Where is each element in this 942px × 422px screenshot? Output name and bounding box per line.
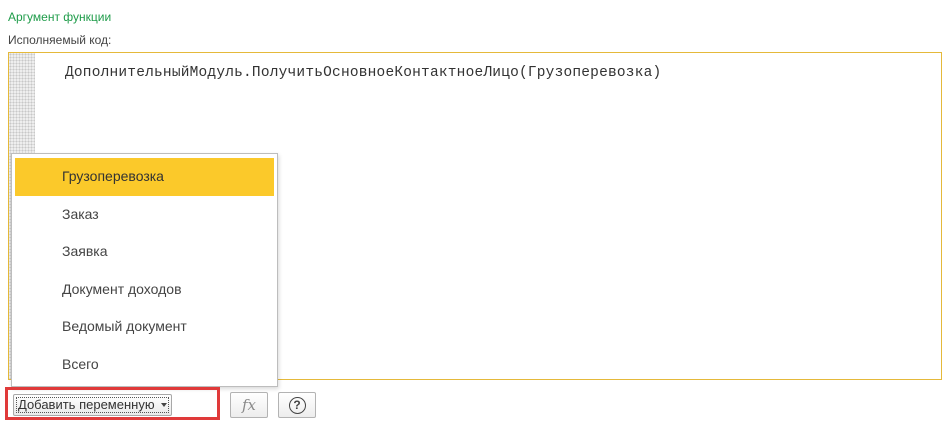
- add-variable-button[interactable]: Добавить переменную: [13, 394, 172, 416]
- dropdown-item[interactable]: Ведомый документ: [15, 308, 274, 346]
- dropdown-item[interactable]: Документ доходов: [15, 271, 274, 309]
- dropdown-item[interactable]: Заказ: [15, 196, 274, 234]
- code-label: Исполняемый код:: [8, 33, 112, 47]
- help-button[interactable]: ?: [278, 392, 316, 418]
- function-icon: fx: [241, 396, 256, 414]
- code-text[interactable]: ДополнительныйМодуль.ПолучитьОсновноеКон…: [65, 65, 661, 81]
- variable-dropdown-list: Грузоперевозка Заказ Заявка Документ дох…: [11, 153, 278, 387]
- add-variable-label: Добавить переменную: [18, 397, 155, 412]
- dropdown-item[interactable]: Заявка: [15, 233, 274, 271]
- chevron-down-icon: [160, 403, 167, 407]
- dropdown-item[interactable]: Грузоперевозка: [15, 158, 274, 196]
- dropdown-item[interactable]: Всего: [15, 346, 274, 384]
- section-title: Аргумент функции: [8, 10, 112, 24]
- function-button[interactable]: fx: [230, 392, 268, 418]
- help-icon: ?: [288, 396, 306, 414]
